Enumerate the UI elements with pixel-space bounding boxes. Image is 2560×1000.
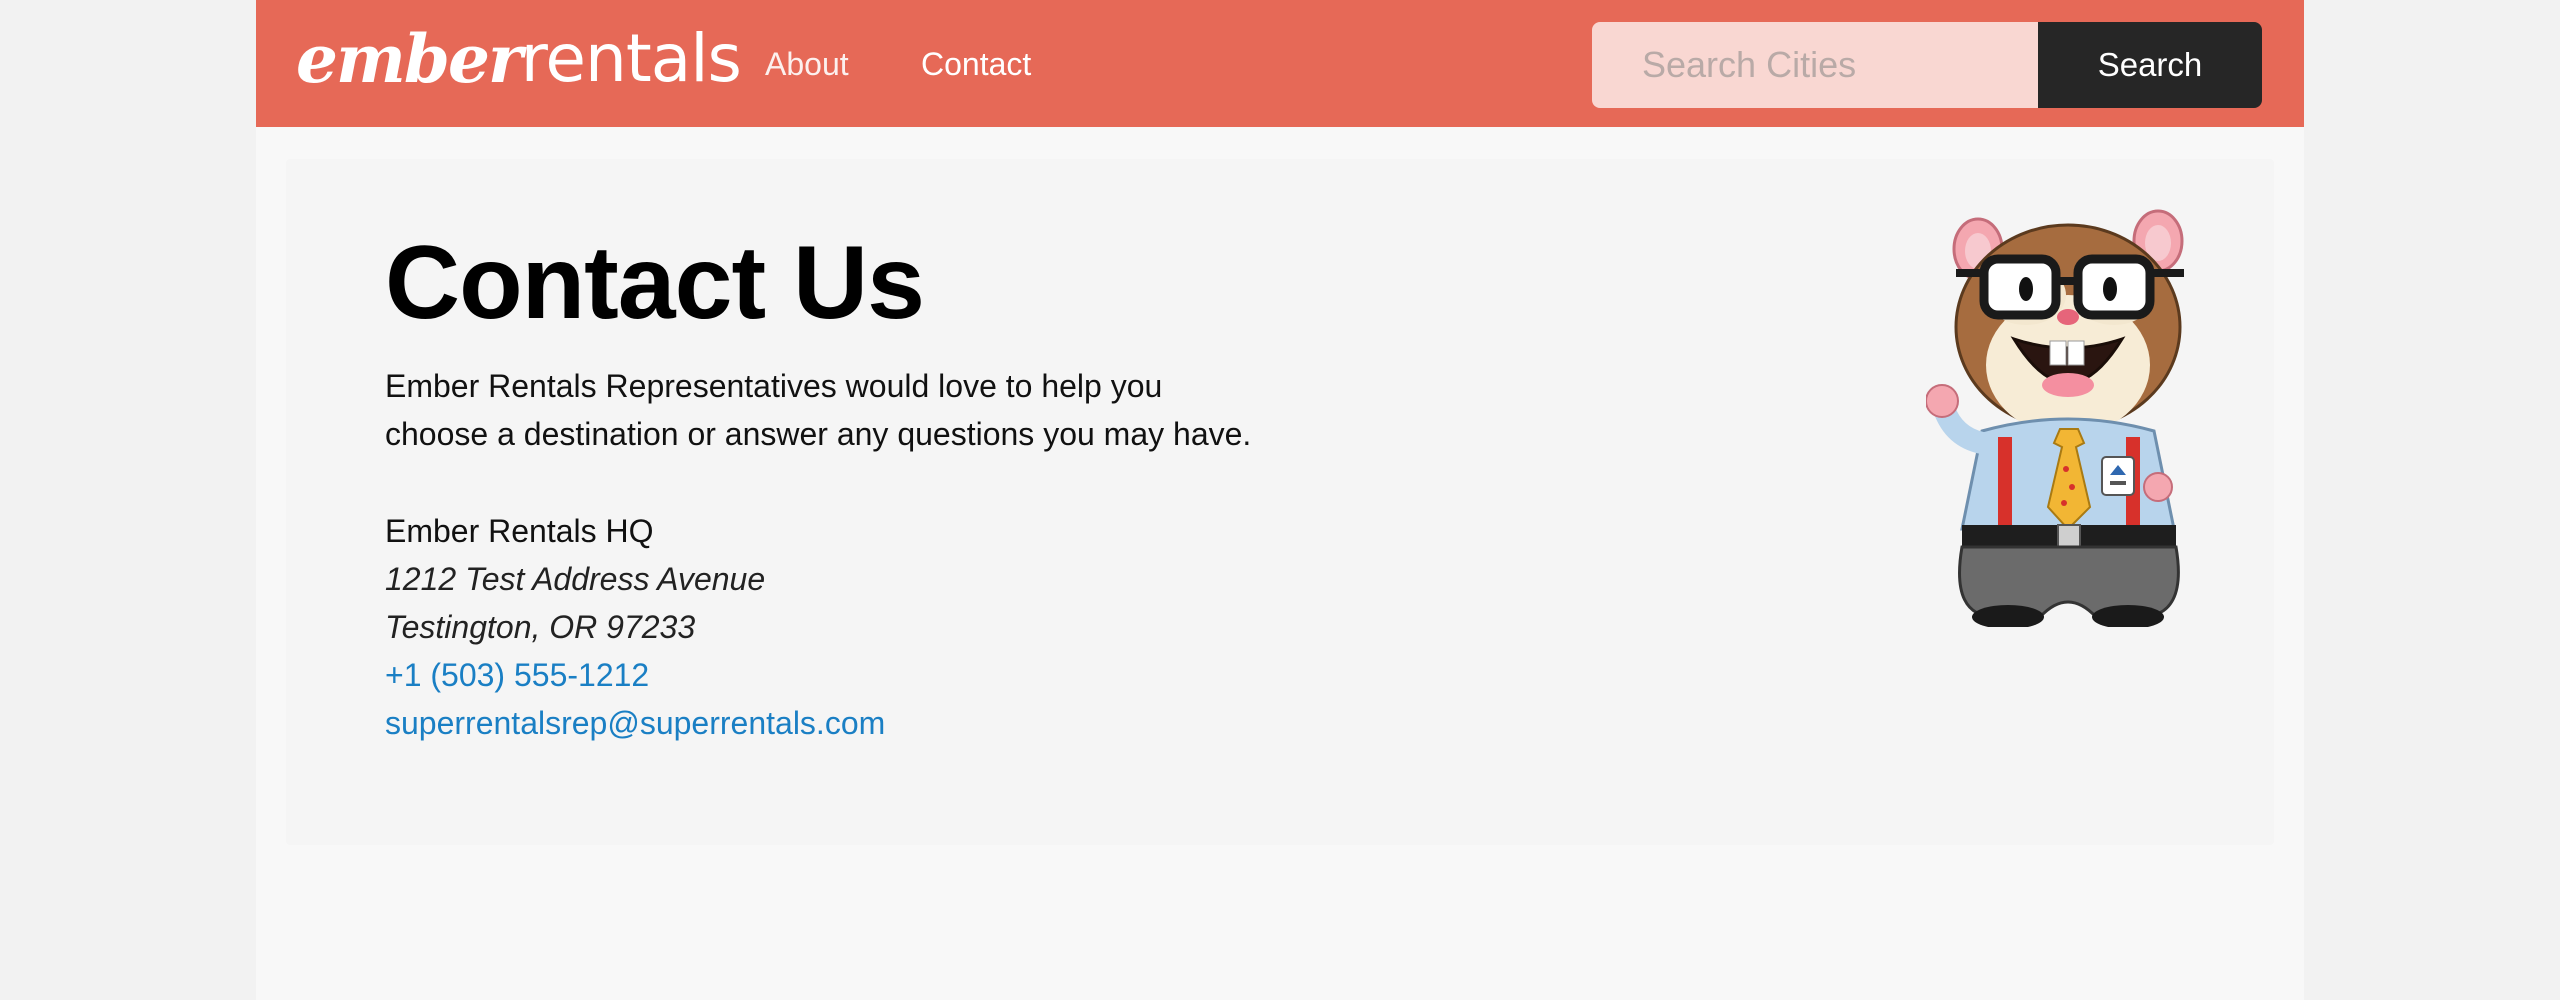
hamster-mascot-icon	[1926, 209, 2184, 627]
contact-address: Ember Rentals HQ 1212 Test Address Avenu…	[385, 507, 885, 747]
search-cities-input[interactable]	[1592, 22, 2038, 108]
page-title: Contact Us	[385, 225, 925, 341]
nav-link-contact[interactable]: Contact	[921, 44, 1031, 84]
street-address: 1212 Test Address Avenue	[385, 561, 766, 597]
intro-line-2: choose a destination or answer any quest…	[385, 416, 1252, 452]
logo-link[interactable]: ember rentals	[296, 14, 742, 104]
search-button[interactable]: Search	[2038, 22, 2262, 108]
phone-link[interactable]: +1 (503) 555-1212	[385, 651, 885, 699]
contact-card: Contact Us Ember Rentals Representatives…	[286, 159, 2274, 845]
intro-line-1: Ember Rentals Representatives would love…	[385, 368, 1163, 404]
hq-name: Ember Rentals HQ	[385, 513, 654, 549]
nav-link-about[interactable]: About	[765, 44, 849, 84]
logo-text-ember: ember	[296, 20, 523, 98]
email-link[interactable]: superrentalsrep@superrentals.com	[385, 699, 885, 747]
logo-text-rentals: rentals	[520, 20, 742, 97]
top-navbar: ember rentals About Contact Search	[256, 0, 2304, 127]
page-container: emberrentals About Contact Search Contac…	[256, 0, 2304, 1000]
intro-text: Ember Rentals Representatives would love…	[385, 362, 1285, 458]
city-state-zip: Testington, OR 97233	[385, 609, 696, 645]
